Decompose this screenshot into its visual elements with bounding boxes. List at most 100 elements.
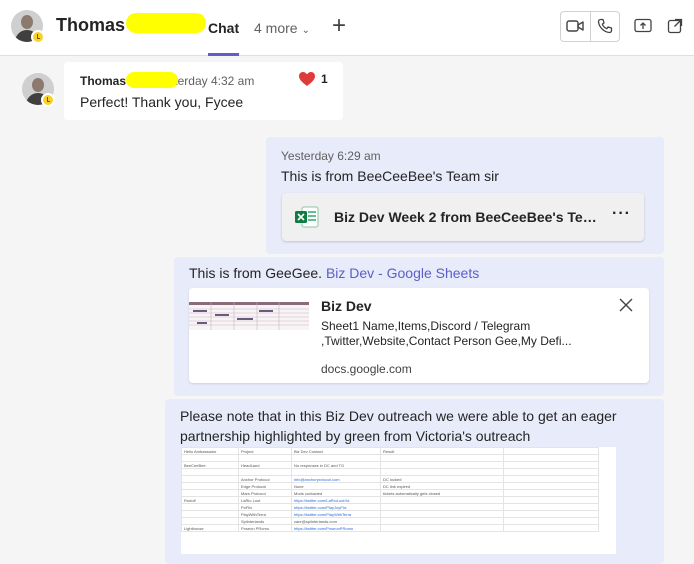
excel-icon: [294, 205, 320, 234]
presence-away-icon: [31, 30, 45, 44]
message-text-prefix: This is from GeeGee.: [189, 265, 323, 281]
sheet-cell: [181, 503, 239, 511]
link-card-desc-line: ,Twitter,Website,Contact Person Gee,My D…: [321, 334, 572, 348]
sheet-cell: [181, 468, 239, 476]
call-buttons: [560, 11, 620, 42]
avatar-face: [32, 78, 44, 92]
sheet-cell: Splinterlands: [238, 517, 292, 525]
more-tabs-button[interactable]: 4 more ⌄: [254, 20, 310, 36]
sheet-cell: [503, 524, 599, 532]
file-attachment-card[interactable]: Biz Dev Week 2 from BeeCeeBee's Team for…: [282, 193, 644, 241]
close-icon[interactable]: [619, 298, 633, 317]
sheet-cell: No responses in DC and TG: [291, 461, 381, 469]
table-row: Lighthouse Poseon PRomo https://twitter.co…: [181, 524, 599, 532]
sheet-cell: Poseon PRomo: [238, 524, 292, 532]
sheet-cell: [503, 517, 599, 525]
table-row: PlayWithTerra https://twitter.com/PlayWit…: [181, 510, 599, 518]
sheet-cell: [503, 482, 599, 490]
presence-away-icon: [41, 93, 55, 107]
sheet-cell: [503, 496, 599, 504]
sheet-cell: https://twitter.com/PoseonPRomo: [291, 524, 381, 532]
sheet-cell: [380, 517, 504, 525]
table-row: Splinterlands care@splinterlands.com: [181, 517, 599, 525]
sheet-cell: [503, 454, 599, 462]
chat-header: Thomas Chat 4 more ⌄ +: [0, 0, 694, 56]
tab-chat-underline: [208, 53, 239, 56]
table-row: PoFlix https://twitter.com/PlayJoyFlix: [181, 503, 599, 511]
link-card-title: Biz Dev: [321, 298, 372, 314]
sheet-table: Helio Ambassador Project Biz Dev Contact…: [181, 447, 599, 532]
sheet-cell: [181, 489, 239, 497]
message-text: This is from BeeCeeBee's Team sir: [281, 168, 499, 184]
link-card-domain: docs.google.com: [321, 362, 412, 376]
sheet-cell: info@anchorprotocol.com: [291, 475, 381, 483]
table-row: Rudolf LaRio Loot https://twitter.com/LaRi…: [181, 496, 599, 504]
sheet-cell: [181, 454, 239, 462]
heart-icon[interactable]: [298, 71, 316, 92]
sheet-cell: DC link expired: [380, 482, 504, 490]
sheet-cell: [181, 517, 239, 525]
sheet-cell: Mods contacted: [291, 489, 381, 497]
table-row: Mars Protocol Mods contacted tickets autom…: [181, 489, 599, 497]
tab-chat[interactable]: Chat: [208, 20, 239, 36]
call-separator: [590, 12, 591, 41]
avatar-face: [21, 15, 33, 29]
share-screen-icon[interactable]: [634, 18, 652, 39]
table-row: Edge Protocol None DC link expired: [181, 482, 599, 490]
sheet-cell: HeadLand: [238, 461, 292, 469]
sheet-header-row: Helio Ambassador Project Biz Dev Contact…: [181, 447, 599, 455]
sheet-cell: [503, 503, 599, 511]
sheet-cell: https://twitter.com/LaRioLootXd: [291, 496, 381, 504]
more-tabs-label: 4 more: [254, 20, 298, 36]
sheet-cell: [380, 503, 504, 511]
chat-title: Thomas: [56, 15, 126, 35]
sheet-cell: DC locked: [380, 475, 504, 483]
sheet-cell: Rudolf: [181, 496, 239, 504]
spreadsheet-screenshot: Helio Ambassador Project Biz Dev Contact…: [181, 447, 616, 554]
sheet-cell: Mars Protocol: [238, 489, 292, 497]
sheet-cell: [503, 468, 599, 476]
sheet-link[interactable]: Biz Dev - Google Sheets: [326, 265, 479, 281]
sheet-cell: BeeCeeBee: [181, 461, 239, 469]
sheet-cell: PoFlix: [238, 503, 292, 511]
message-text-line: Please note that in this Biz Dev outreac…: [180, 408, 617, 424]
audio-call-icon[interactable]: [597, 18, 613, 39]
video-call-icon[interactable]: [566, 19, 584, 38]
sheet-cell: [380, 461, 504, 469]
message-text: Perfect! Thank you, Fycee: [80, 94, 244, 110]
link-card-desc-line: Sheet1 Name,Items,Discord / Telegram: [321, 319, 531, 333]
sheet-cell: https://twitter.com/PlayWithTerra: [291, 510, 381, 518]
sheet-cell: [181, 482, 239, 490]
table-row: BeeCeeBee HeadLand No responses in DC and …: [181, 461, 599, 469]
sheet-cell: [503, 489, 599, 497]
sheet-cell: care@splinterlands.com: [291, 517, 381, 525]
sheet-cell: [503, 475, 599, 483]
sheet-cell: Project: [238, 447, 292, 455]
sheet-cell: [380, 510, 504, 518]
file-name: Biz Dev Week 2 from BeeCeeBee's Team for…: [334, 209, 604, 225]
sheet-cell: [238, 468, 292, 476]
sheet-cell: [181, 475, 239, 483]
sheet-cell: https://twitter.com/PlayJoyFlix: [291, 503, 381, 511]
link-preview-card[interactable]: Biz Dev Sheet1 Name,Items,Discord / Tele…: [189, 288, 649, 383]
add-tab-icon[interactable]: +: [332, 12, 346, 40]
sheet-thumbnail: [189, 302, 309, 330]
redacted-surname: [126, 13, 206, 33]
sheet-cell: tickets automatically gets closed: [380, 489, 504, 497]
sheet-cell: Result: [380, 447, 504, 455]
sheet-cell: PlayWithTerra: [238, 510, 292, 518]
sheet-cell: Helio Ambassador: [181, 447, 239, 455]
sheet-cell: Biz Dev Contact: [291, 447, 381, 455]
redacted-surname: [126, 72, 178, 88]
sheet-cell: Anchor Protocol: [238, 475, 292, 483]
sheet-cell: [503, 461, 599, 469]
sheet-cell: [380, 524, 504, 532]
table-row: [181, 468, 599, 476]
table-row: [181, 454, 599, 462]
sheet-cell: [503, 510, 599, 518]
sheet-cell: [380, 454, 504, 462]
pop-out-icon[interactable]: [667, 18, 683, 39]
sheet-cell: LaRio Loot: [238, 496, 292, 504]
chevron-down-icon: ⌄: [301, 25, 310, 36]
file-more-options-icon[interactable]: ···: [612, 205, 631, 223]
